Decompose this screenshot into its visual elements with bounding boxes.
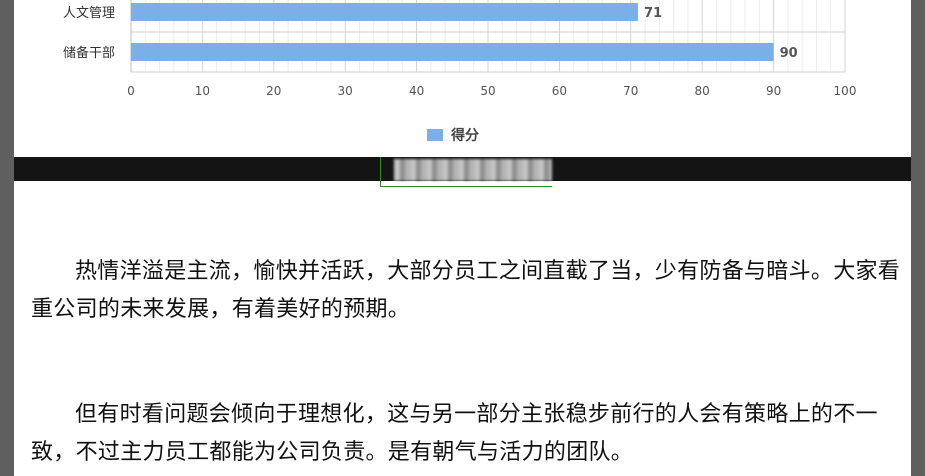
- x-tick-label: 10: [195, 84, 210, 98]
- category-label: 人文管理: [63, 6, 115, 21]
- caption-selection-box[interactable]: [380, 157, 552, 187]
- paragraph-1: 热情洋溢是主流，愉快并活跃，大部分员工之间直截了当，少有防备与暗斗。大家看重公司…: [31, 258, 901, 321]
- category-label: 储备干部: [63, 45, 115, 61]
- x-tick-label: 90: [766, 84, 781, 98]
- x-tick-label: 60: [552, 84, 567, 98]
- x-tick-label: 20: [266, 84, 281, 98]
- x-tick-label: 100: [834, 84, 857, 98]
- x-tick-label: 70: [623, 84, 638, 98]
- x-tick-label: 50: [480, 84, 495, 98]
- chart-legend: 得分: [427, 126, 479, 144]
- x-tick-label: 30: [338, 84, 353, 98]
- x-tick-label: 80: [695, 84, 710, 98]
- x-tick-label: 0: [127, 84, 135, 98]
- bar-人文管理: [131, 3, 638, 21]
- bar-chart: 71 人文管理 90 储备干部 0 10 20 30 40 50 60 70 80 90 100 得分: [14, 0, 911, 160]
- x-tick-label: 40: [409, 84, 424, 98]
- paragraph-2: 但有时看问题会倾向于理想化，这与另一部分主张稳步前行的人会有策略上的不一致，不过…: [31, 401, 878, 464]
- document-page: 71 人文管理 90 储备干部 0 10 20 30 40 50 60 70 80 90 100 得分 热情…: [14, 0, 911, 476]
- bar-储备干部: [131, 43, 774, 61]
- data-label: 71: [644, 6, 662, 21]
- legend-swatch: [427, 129, 443, 141]
- legend-label: 得分: [451, 128, 479, 144]
- data-label: 90: [780, 46, 798, 61]
